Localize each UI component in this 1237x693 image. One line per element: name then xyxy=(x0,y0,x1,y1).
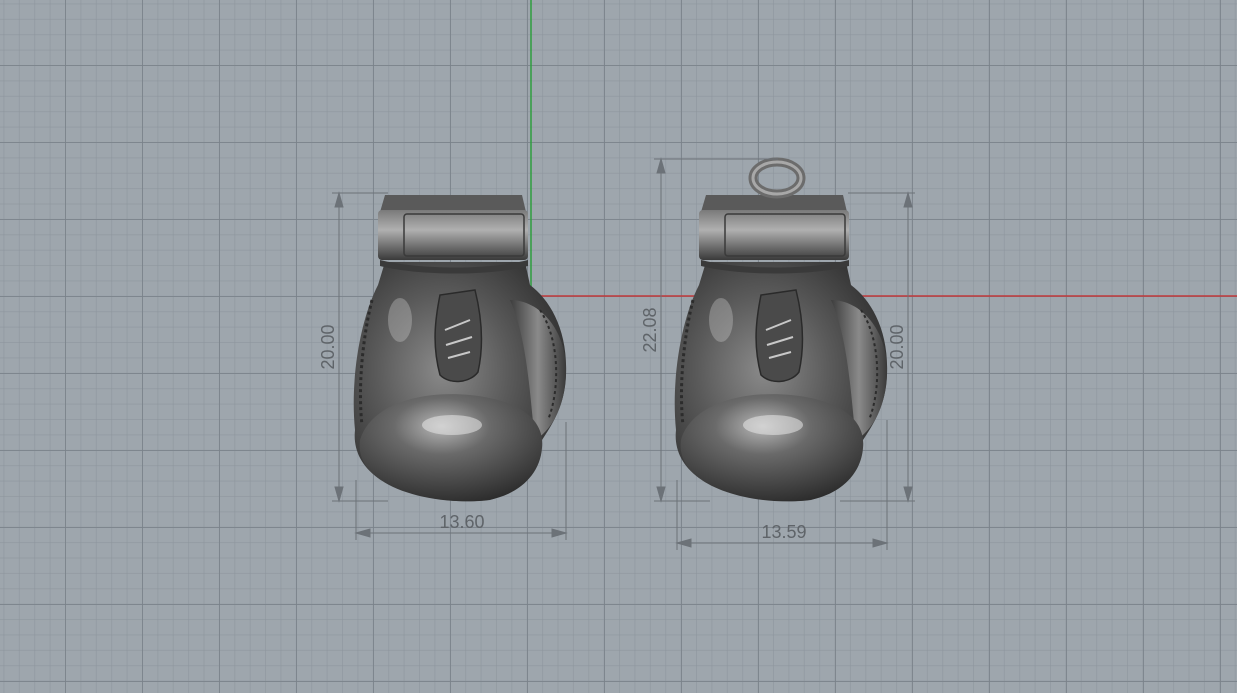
boxing-glove-pendant-model[interactable] xyxy=(673,157,889,503)
right-height-label: 20.00 xyxy=(887,324,907,369)
right-total-height-label: 22.08 xyxy=(640,307,660,352)
left-height-label: 20.00 xyxy=(318,324,338,369)
viewport-canvas[interactable]: 20.00 13.60 22.08 20.00 13.59 xyxy=(0,0,1237,693)
right-width-label: 13.59 xyxy=(761,522,806,542)
boxing-glove-model[interactable] xyxy=(352,193,568,503)
rhino-viewport[interactable]: 20.00 13.60 22.08 20.00 13.59 xyxy=(0,0,1237,693)
left-width-label: 13.60 xyxy=(439,512,484,532)
